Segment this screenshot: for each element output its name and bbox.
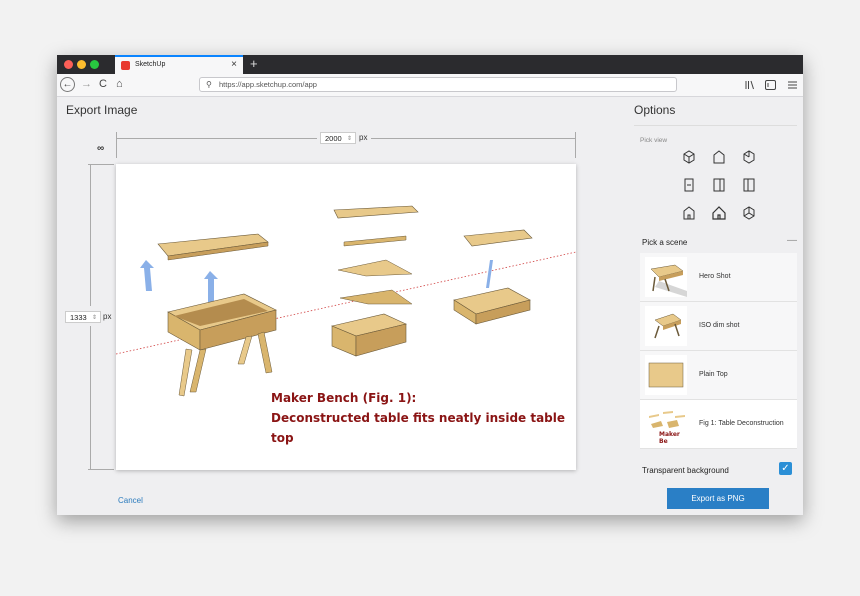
height-guide-line [90, 164, 91, 306]
scene-item-plain-top[interactable]: Plain Top [640, 351, 797, 400]
transparent-background-checkbox[interactable]: ✓ [779, 462, 792, 475]
preview-caption: Maker Bench (Fig. 1): Deconstructed tabl… [271, 388, 576, 448]
height-input[interactable]: 1333 ⇕ [65, 311, 101, 323]
maximize-window-button[interactable] [90, 60, 99, 69]
right-iso-view-icon[interactable] [741, 149, 757, 165]
scene-name: ISO dim shot [699, 322, 740, 329]
nav-bar: ← → C ⌂ ⚲ https://app.sketchup.com/app [57, 74, 803, 97]
export-preview: Maker Bench (Fig. 1): Deconstructed tabl… [116, 164, 576, 470]
caption-line-2: Deconstructed table fits neatly inside t… [271, 411, 566, 445]
options-divider [634, 125, 797, 126]
export-dialog: Export Image Options 2000 ⇕ px ∞ 1333 ⇕ … [57, 97, 803, 515]
back-button[interactable]: ← [60, 77, 75, 92]
stepper-icon[interactable]: ⇕ [92, 312, 97, 324]
width-unit: px [359, 133, 368, 142]
options-title: Options [634, 103, 676, 117]
reload-button[interactable]: C [99, 77, 107, 92]
forward-button[interactable]: → [81, 77, 92, 92]
scene-thumbnail [645, 355, 687, 395]
cancel-button[interactable]: Cancel [118, 496, 143, 505]
bottom-iso-view-icon[interactable] [741, 205, 757, 221]
scene-name: Hero Shot [699, 273, 731, 280]
scene-item-hero-shot[interactable]: Hero Shot [640, 253, 797, 302]
library-icon[interactable] [745, 80, 755, 90]
height-guide-line [90, 326, 91, 469]
collapse-icon[interactable]: — [787, 235, 797, 246]
width-input[interactable]: 2000 ⇕ [320, 132, 356, 144]
home-view-icon[interactable] [711, 205, 727, 221]
width-value: 2000 [325, 134, 342, 143]
width-guide-left [116, 132, 117, 158]
scene-name: Fig 1: Table Deconstruction [699, 420, 784, 427]
menu-icon[interactable] [788, 80, 797, 90]
front-view-icon[interactable] [681, 177, 697, 193]
close-window-button[interactable] [64, 60, 73, 69]
scene-thumbnail: Maker Be [645, 404, 687, 444]
browser-window: SketchUp × + ← → C ⌂ ⚲ https://app.sketc… [57, 55, 803, 515]
width-guide-right [575, 132, 576, 158]
pick-scene-label: Pick a scene [642, 238, 688, 247]
thumbnail-caption: Maker Be [659, 431, 680, 444]
height-unit: px [103, 312, 112, 321]
url-bar[interactable]: ⚲ https://app.sketchup.com/app [199, 77, 677, 92]
caption-line-1: Maker Bench (Fig. 1): [271, 391, 417, 405]
left-view-icon[interactable] [711, 177, 727, 193]
scene-thumbnail [645, 257, 687, 297]
link-dimensions-icon[interactable]: ∞ [97, 143, 104, 154]
height-guide-top [88, 164, 114, 165]
iso-view-icon[interactable] [681, 149, 697, 165]
scene-name: Plain Top [699, 371, 728, 378]
minimize-window-button[interactable] [77, 60, 86, 69]
transparent-background-label: Transparent background [642, 466, 729, 475]
home-button[interactable]: ⌂ [116, 77, 123, 92]
sidebar-icon[interactable] [765, 80, 776, 90]
pick-view-label: Pick view [640, 137, 668, 144]
sketchup-logo-icon [121, 61, 130, 70]
tab-close-icon[interactable]: × [231, 59, 237, 70]
scene-thumbnail [645, 306, 687, 346]
back-iso-view-icon[interactable] [681, 205, 697, 221]
tab-title: SketchUp [135, 61, 166, 68]
width-guide-line [371, 138, 575, 139]
export-png-button[interactable]: Export as PNG [667, 488, 769, 509]
url-text: https://app.sketchup.com/app [219, 80, 317, 89]
new-tab-button[interactable]: + [250, 55, 258, 73]
page-title: Export Image [66, 103, 138, 117]
scene-item-fig1-table-deconstruction[interactable]: Maker Be Fig 1: Table Deconstruction [640, 400, 797, 449]
right-view-icon[interactable] [741, 177, 757, 193]
title-bar: SketchUp × + [57, 55, 803, 74]
tab-sketchup[interactable]: SketchUp × [115, 55, 243, 74]
scene-item-iso-dim-shot[interactable]: ISO dim shot [640, 302, 797, 351]
top-view-icon[interactable] [711, 149, 727, 165]
width-guide-line [117, 138, 317, 139]
height-value: 1333 [70, 313, 87, 322]
stepper-icon[interactable]: ⇕ [347, 133, 352, 145]
height-guide-bottom [88, 469, 114, 470]
search-icon: ⚲ [206, 80, 212, 89]
